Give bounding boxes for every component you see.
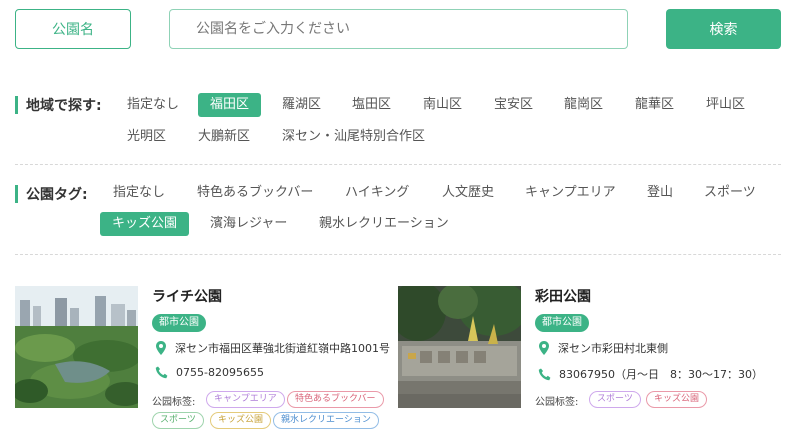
tag-option-book-bar[interactable]: 特色あるブックバー xyxy=(185,181,325,205)
park-tag[interactable]: 親水レクリエーション xyxy=(273,412,379,429)
park-tag[interactable]: スポーツ xyxy=(152,412,204,429)
park-tag-filter: 公園タグ: 指定なし 特色あるブックバー ハイキング 人文歴史 キャンプエリア … xyxy=(15,181,781,241)
region-option-futian[interactable]: 福田区 xyxy=(198,93,262,117)
phone-icon xyxy=(155,366,168,379)
region-option-shenshan[interactable]: 深セン・汕尾特別合作区 xyxy=(270,125,437,149)
park-phone: 0755-82095655 xyxy=(155,366,264,379)
location-pin-icon xyxy=(539,341,549,355)
region-option-pingshan[interactable]: 坪山区 xyxy=(694,93,757,117)
tag-option-mountain[interactable]: 登山 xyxy=(635,181,685,205)
search-bar: 公園名 検索 xyxy=(15,9,781,49)
region-option-baoan[interactable]: 宝安区 xyxy=(482,93,545,117)
search-input[interactable] xyxy=(169,9,628,49)
park-card[interactable]: 彩田公園 都市公園 深セン市彩田村北東側 83067950（月～日 8：30～1… xyxy=(398,286,768,436)
region-option-longgang[interactable]: 龍崗区 xyxy=(552,93,615,117)
region-option-longhua[interactable]: 龍華区 xyxy=(623,93,686,117)
region-filter-label: 地域で探す: xyxy=(15,95,102,115)
tag-option-sports[interactable]: スポーツ xyxy=(692,181,768,205)
tag-option-camping[interactable]: キャンプエリア xyxy=(513,181,628,205)
region-label-text: 地域で探す: xyxy=(26,98,102,114)
divider xyxy=(15,254,781,255)
park-name-select[interactable]: 公園名 xyxy=(15,9,131,49)
tag-option-seaside-leisure[interactable]: 濱海レジャー xyxy=(198,212,299,236)
region-option-guangming[interactable]: 光明区 xyxy=(115,125,178,149)
park-tag[interactable]: キッズ公園 xyxy=(646,391,708,408)
park-type-badge: 都市公園 xyxy=(535,314,589,332)
tag-option-hiking[interactable]: ハイキング xyxy=(333,181,421,205)
tag-option-none[interactable]: 指定なし xyxy=(101,181,177,205)
park-tag[interactable]: キッズ公園 xyxy=(210,412,272,429)
park-tag-filter-label: 公園タグ: xyxy=(15,184,88,204)
park-tags-label: 公园标签: xyxy=(535,397,579,408)
park-name[interactable]: 彩田公園 xyxy=(535,286,591,306)
park-phone-text: 0755-82095655 xyxy=(176,366,264,379)
park-image[interactable] xyxy=(15,286,138,408)
park-tag[interactable]: 特色あるブックバー xyxy=(287,391,384,408)
search-button[interactable]: 検索 xyxy=(666,9,781,49)
park-tag[interactable]: スポーツ xyxy=(589,391,641,408)
divider xyxy=(15,164,781,165)
park-address-text: 深セン市彩田村北東側 xyxy=(558,342,668,355)
phone-icon xyxy=(538,368,551,380)
region-option-luohu[interactable]: 羅湖区 xyxy=(270,93,333,117)
park-type-badge: 都市公園 xyxy=(152,314,206,332)
park-name[interactable]: ライチ公園 xyxy=(152,286,222,306)
label-accent-bar xyxy=(15,185,18,203)
park-tags-label: 公园标签: xyxy=(152,397,196,408)
park-phone-text: 83067950（月～日 8：30～17：30） xyxy=(559,368,763,381)
tag-option-history[interactable]: 人文歴史 xyxy=(430,181,506,205)
park-phone: 83067950（月～日 8：30～17：30） xyxy=(538,366,763,382)
park-tag[interactable]: キャンプエリア xyxy=(206,391,285,408)
park-address-text: 深セン市福田区華強北街道紅嶺中路1001号 xyxy=(175,342,390,355)
label-accent-bar xyxy=(15,96,18,114)
location-pin-icon xyxy=(156,341,166,355)
region-option-yantian[interactable]: 塩田区 xyxy=(340,93,403,117)
region-option-dapeng[interactable]: 大鵬新区 xyxy=(186,125,262,149)
park-card[interactable]: ライチ公園 都市公園 深セン市福田区華強北街道紅嶺中路1001号 0755-82… xyxy=(15,286,390,436)
tag-option-waterside[interactable]: 親水レクリエーション xyxy=(307,212,461,236)
tag-option-kids-park[interactable]: キッズ公園 xyxy=(100,212,190,236)
region-filter: 地域で探す: 指定なし 福田区 羅湖区 塩田区 南山区 宝安区 龍崗区 龍華区 … xyxy=(15,92,781,152)
region-option-nanshan[interactable]: 南山区 xyxy=(411,93,474,117)
park-address: 深セン市彩田村北東側 xyxy=(538,340,668,356)
region-option-none[interactable]: 指定なし xyxy=(115,93,191,117)
park-image[interactable] xyxy=(398,286,521,408)
park-tag-label-text: 公園タグ: xyxy=(26,187,88,203)
park-address: 深セン市福田区華強北街道紅嶺中路1001号 xyxy=(155,340,390,356)
